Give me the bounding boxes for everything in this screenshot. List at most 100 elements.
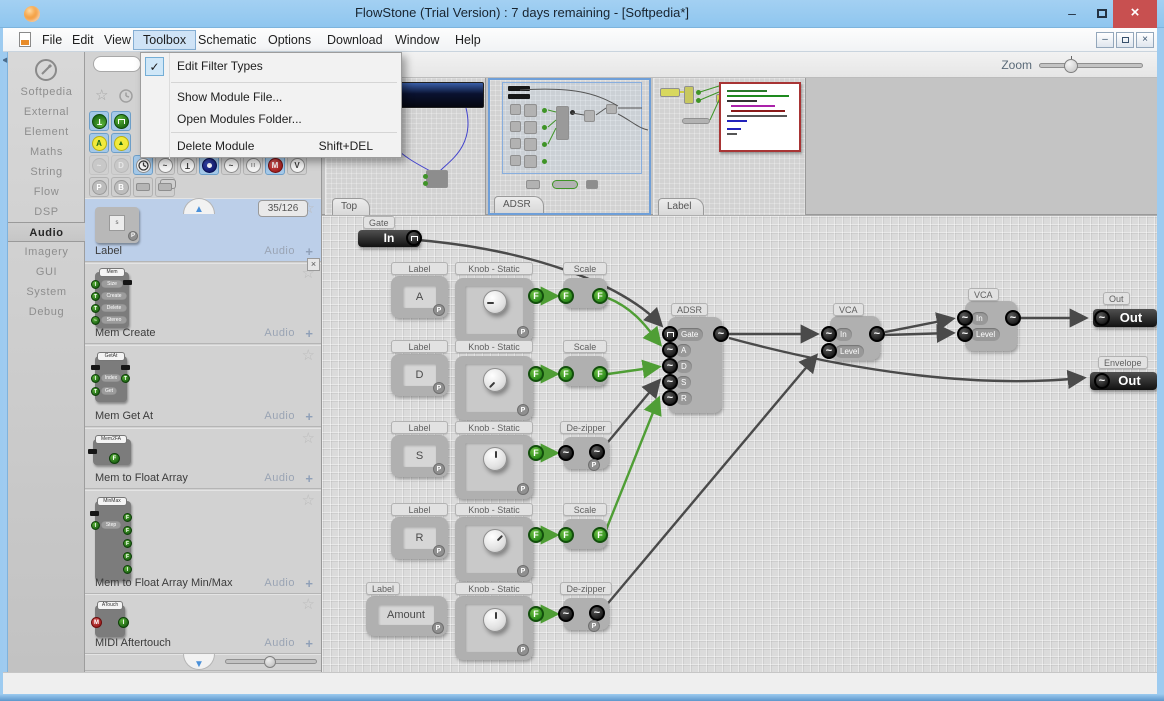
module-item-mem-to-float-array-minmax[interactable]: ☆ MinMax I Step F F F F I Mem to Float Ar… — [85, 490, 321, 594]
add-module-icon[interactable]: + — [305, 409, 313, 424]
sidebar-item-element[interactable]: Element — [8, 122, 85, 142]
knob-s[interactable] — [483, 447, 507, 471]
menu-toolbox[interactable]: Toolbox — [133, 30, 197, 50]
adsr-out-port[interactable]: ~ — [713, 326, 729, 342]
favorite-star-icon[interactable]: ☆ — [302, 429, 315, 447]
module-item-midi-aftertouch[interactable]: ☆ ATouch M I MIDI Aftertouch Audio + — [85, 594, 321, 654]
tab-label[interactable]: Label — [658, 198, 705, 215]
filter-poly-icon[interactable] — [199, 155, 219, 175]
zoom-slider-knob[interactable] — [1064, 56, 1078, 73]
preview-panel-label[interactable]: Label — [653, 78, 806, 215]
float-port[interactable]: F — [592, 288, 608, 304]
float-port[interactable]: F — [592, 527, 608, 543]
vca1-level-port[interactable]: ~ — [821, 343, 837, 359]
menu-item-edit-filter-types[interactable]: ✓ Edit Filter Types — [141, 55, 401, 77]
float-port[interactable]: F — [558, 366, 574, 382]
float-port[interactable]: F — [528, 606, 544, 622]
filter-module-icon[interactable] — [133, 177, 153, 197]
audio-port[interactable]: ~ — [589, 605, 605, 621]
knob-amount[interactable] — [483, 608, 507, 632]
filter-audio-a-icon[interactable]: A — [89, 133, 109, 153]
menu-item-open-modules-folder[interactable]: Open Modules Folder... — [141, 108, 401, 130]
sidebar-item-system[interactable]: System — [8, 282, 85, 302]
filter-trigger-icon[interactable]: T — [89, 111, 109, 131]
favorite-star-icon[interactable]: ☆ — [302, 346, 315, 364]
slider-knob[interactable] — [264, 656, 276, 668]
audio-port[interactable]: ~ — [558, 445, 574, 461]
add-module-icon[interactable]: + — [305, 636, 313, 651]
filter-p-icon[interactable]: P — [89, 177, 109, 197]
filter-trigger2-icon[interactable]: T — [177, 155, 197, 175]
filter-envelope-icon[interactable]: ▲ — [111, 133, 131, 153]
menu-item-show-module-file[interactable]: Show Module File... — [141, 86, 401, 108]
sidebar-item-debug[interactable]: Debug — [8, 302, 85, 322]
menu-help[interactable]: Help — [446, 30, 490, 50]
filter-wave2-icon[interactable]: ~ — [221, 155, 241, 175]
mdi-minimize-button[interactable]: – — [1096, 32, 1114, 48]
sidebar-item-gui[interactable]: GUI — [8, 262, 85, 282]
preview-panel-adsr[interactable]: ADSR — [488, 78, 651, 215]
knob-r[interactable] — [483, 529, 507, 553]
float-port[interactable]: F — [558, 527, 574, 543]
filter-d-icon[interactable]: D — [111, 155, 131, 175]
sidebar-item-external[interactable]: External — [8, 102, 85, 122]
adsr-a-port[interactable]: ~ — [662, 342, 678, 358]
module-item-mem-create[interactable]: ☆ Mem I Size T Create T Delete ~ Stereo Mem … — [85, 263, 321, 344]
schematic-canvas[interactable]: Gate In Label A P Knob - Static P F Scal… — [322, 215, 1157, 672]
favorites-star-icon[interactable]: ☆ — [95, 86, 108, 104]
menu-item-delete-module[interactable]: Delete Module Shift+DEL — [141, 135, 401, 157]
menu-options[interactable]: Options — [259, 30, 320, 50]
vca2-module[interactable] — [965, 301, 1017, 351]
gate-in-port[interactable] — [406, 230, 422, 246]
filter-midi-icon[interactable]: M — [265, 155, 285, 175]
vca2-level-port[interactable]: ~ — [957, 326, 973, 342]
adsr-s-port[interactable]: ~ — [662, 374, 678, 390]
filter-modules-icon[interactable] — [155, 177, 175, 197]
float-port[interactable]: F — [592, 366, 608, 382]
float-port[interactable]: F — [528, 527, 544, 543]
recent-clock-icon[interactable] — [119, 89, 134, 104]
menu-download[interactable]: Download — [318, 30, 392, 50]
knob-d[interactable] — [483, 368, 507, 392]
adsr-d-port[interactable]: ~ — [662, 358, 678, 374]
sidebar-item-dsp[interactable]: DSP — [8, 202, 85, 222]
module-item-mem-get-at[interactable]: ☆ GetAt I Index T T Get Mem Get At Audio + — [85, 345, 321, 427]
search-input[interactable] — [93, 56, 141, 72]
filter-wave-gray-icon[interactable]: ~ — [89, 155, 109, 175]
add-module-icon[interactable]: + — [305, 471, 313, 486]
label-module-amount[interactable]: Amount P — [366, 596, 447, 636]
float-port[interactable]: F — [528, 366, 544, 382]
filter-grid-icon[interactable]: ∷ — [243, 155, 263, 175]
mdi-restore-button[interactable] — [1116, 32, 1134, 48]
filter-clock-icon[interactable] — [133, 155, 153, 175]
knob-a[interactable] — [483, 290, 507, 314]
sidebar-item-flow[interactable]: Flow — [8, 182, 85, 202]
float-port[interactable]: F — [528, 445, 544, 461]
title-bar[interactable]: FlowStone (Trial Version) : 7 days remai… — [0, 0, 1164, 28]
mdi-close-button[interactable]: × — [1136, 32, 1154, 48]
audio-port[interactable]: ~ — [589, 444, 605, 460]
out-port[interactable]: ~ — [1094, 310, 1110, 326]
vca2-out-port[interactable]: ~ — [1005, 310, 1021, 326]
sidebar-item-maths[interactable]: Maths — [8, 142, 85, 162]
add-module-icon[interactable]: + — [305, 326, 313, 341]
sidebar-item-imagery[interactable]: Imagery — [8, 242, 85, 262]
audio-port[interactable]: ~ — [558, 606, 574, 622]
label-module-a[interactable]: A P — [391, 276, 448, 318]
add-module-icon[interactable]: + — [305, 244, 313, 259]
tab-adsr[interactable]: ADSR — [494, 196, 544, 213]
document-icon[interactable] — [19, 32, 31, 47]
close-button[interactable]: × — [1113, 0, 1157, 28]
float-port[interactable]: F — [528, 288, 544, 304]
sidebar-item-audio[interactable]: Audio — [8, 222, 85, 242]
module-item-mem-to-float-array[interactable]: ☆ Mem2FA F Mem to Float Array Audio + — [85, 428, 321, 489]
zoom-slider[interactable] — [1039, 56, 1143, 73]
vca1-in-port[interactable]: ~ — [821, 326, 837, 342]
float-port[interactable]: F — [558, 288, 574, 304]
add-module-icon[interactable]: + — [305, 576, 313, 591]
sidebar-item-string[interactable]: String — [8, 162, 85, 182]
tab-top[interactable]: Top — [332, 198, 371, 215]
filter-b-icon[interactable]: B — [111, 177, 131, 197]
edit-pencil-icon[interactable] — [34, 58, 58, 82]
menu-window[interactable]: Window — [386, 30, 448, 50]
